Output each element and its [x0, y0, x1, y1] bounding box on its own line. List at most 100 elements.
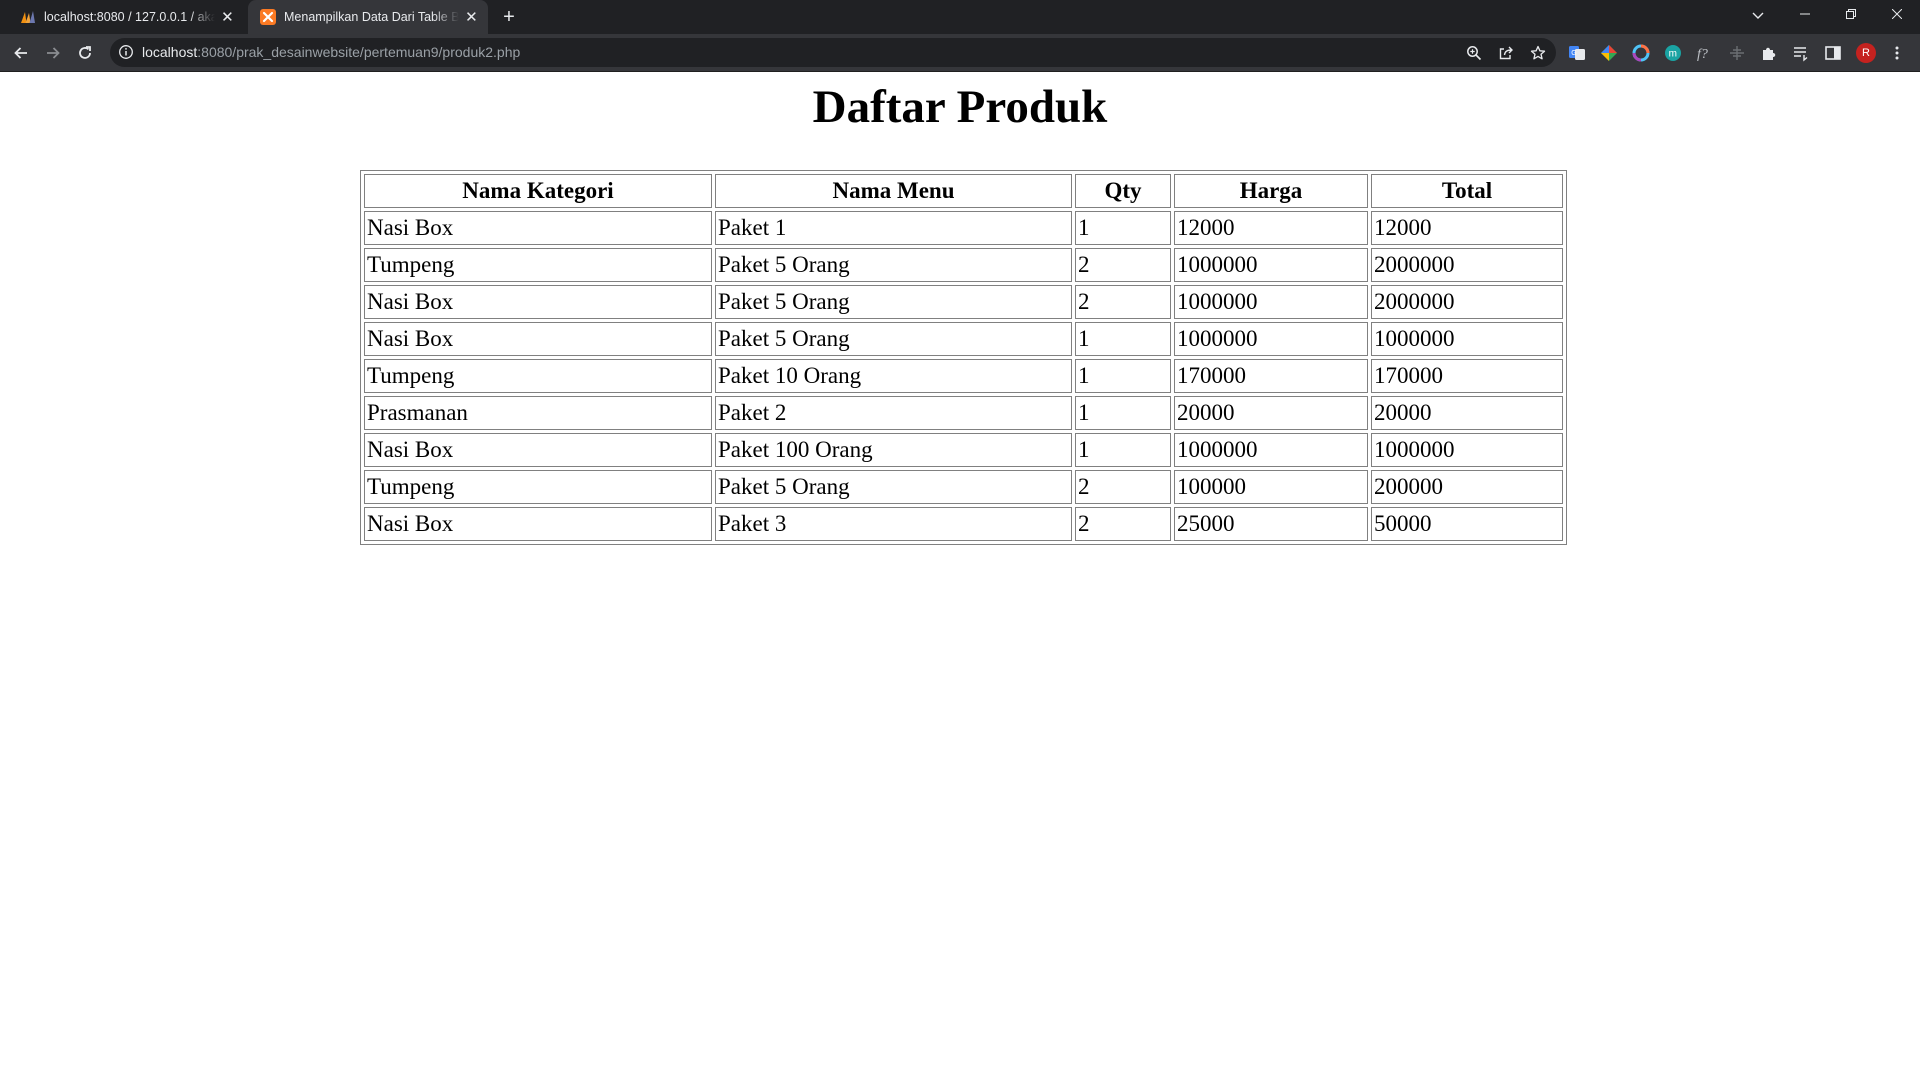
cell-total: 2000000: [1371, 285, 1563, 319]
url-host: localhost: [142, 44, 198, 60]
cell-qty: 2: [1075, 248, 1171, 282]
tab-active-page[interactable]: Menampilkan Data Dari Table Berelasi ✕: [248, 0, 488, 34]
tab-title: localhost:8080 / 127.0.0.1 / akademik: [44, 10, 215, 24]
reading-list-icon[interactable]: [1791, 43, 1811, 63]
window-controls: [1782, 0, 1920, 28]
color-picker-icon[interactable]: [1599, 43, 1619, 63]
new-tab-button[interactable]: +: [498, 6, 520, 28]
profile-avatar[interactable]: R: [1856, 43, 1876, 63]
phpmyadmin-icon: [20, 9, 36, 25]
cell-total: 12000: [1371, 211, 1563, 245]
table-row: Nasi Box Paket 1 1 12000 12000: [364, 211, 1563, 245]
cell-total: 50000: [1371, 507, 1563, 541]
cell-nama-menu: Paket 5 Orang: [715, 285, 1072, 319]
svg-text:f?: f?: [1697, 47, 1708, 62]
cell-total: 2000000: [1371, 248, 1563, 282]
product-table: Nama Kategori Nama Menu Qty Harga Total …: [360, 170, 1567, 545]
table-row: Tumpeng Paket 5 Orang 2 100000 200000: [364, 470, 1563, 504]
more-menu-icon[interactable]: [1887, 43, 1907, 63]
zoom-icon[interactable]: [1465, 44, 1483, 62]
restore-icon[interactable]: [1828, 0, 1874, 28]
svg-text:m: m: [1669, 49, 1677, 60]
site-info-icon[interactable]: [118, 44, 134, 60]
cell-nama-kategori: Nasi Box: [364, 433, 712, 467]
ring-extension-icon[interactable]: [1631, 43, 1651, 63]
font-finder-icon[interactable]: f?: [1695, 43, 1715, 63]
cell-total: 1000000: [1371, 322, 1563, 356]
browser-toolbar: localhost:8080/prak_desainwebsite/pertem…: [0, 34, 1920, 72]
google-translate-icon[interactable]: G: [1567, 43, 1587, 63]
cell-nama-menu: Paket 100 Orang: [715, 433, 1072, 467]
cell-total: 170000: [1371, 359, 1563, 393]
cell-nama-kategori: Tumpeng: [364, 248, 712, 282]
table-row: Nasi Box Paket 3 2 25000 50000: [364, 507, 1563, 541]
cell-nama-kategori: Nasi Box: [364, 285, 712, 319]
cell-harga: 170000: [1174, 359, 1368, 393]
ruler-extension-icon[interactable]: [1727, 43, 1747, 63]
close-window-icon[interactable]: [1874, 0, 1920, 28]
url-text: localhost:8080/prak_desainwebsite/pertem…: [142, 38, 520, 67]
forward-icon[interactable]: [40, 40, 66, 66]
tab-title: Menampilkan Data Dari Table Berelasi: [284, 10, 459, 24]
cell-qty: 2: [1075, 470, 1171, 504]
svg-text:G: G: [1571, 50, 1576, 57]
cell-nama-kategori: Nasi Box: [364, 211, 712, 245]
header-qty: Qty: [1075, 174, 1171, 208]
url-path: :8080/prak_desainwebsite/pertemuan9/prod…: [197, 44, 521, 60]
cell-qty: 1: [1075, 433, 1171, 467]
cell-total: 1000000: [1371, 433, 1563, 467]
tab-search-icon[interactable]: [1744, 6, 1772, 26]
table-header-row: Nama Kategori Nama Menu Qty Harga Total: [364, 174, 1563, 208]
cell-qty: 1: [1075, 211, 1171, 245]
cell-qty: 1: [1075, 359, 1171, 393]
cell-harga: 1000000: [1174, 433, 1368, 467]
cell-qty: 1: [1075, 396, 1171, 430]
cell-nama-menu: Paket 5 Orang: [715, 322, 1072, 356]
cell-harga: 100000: [1174, 470, 1368, 504]
table-row: Nasi Box Paket 100 Orang 1 1000000 1000000: [364, 433, 1563, 467]
cell-harga: 1000000: [1174, 285, 1368, 319]
reload-icon[interactable]: [72, 40, 98, 66]
cell-harga: 25000: [1174, 507, 1368, 541]
side-panel-icon[interactable]: [1823, 43, 1843, 63]
cell-nama-menu: Paket 1: [715, 211, 1072, 245]
back-icon[interactable]: [8, 40, 34, 66]
cell-nama-kategori: Tumpeng: [364, 470, 712, 504]
cell-nama-menu: Paket 3: [715, 507, 1072, 541]
cell-nama-kategori: Nasi Box: [364, 507, 712, 541]
table-row: Nasi Box Paket 5 Orang 2 1000000 2000000: [364, 285, 1563, 319]
xampp-icon: [260, 9, 276, 25]
table-body: Nasi Box Paket 1 1 12000 12000 Tumpeng Paket 5…: [364, 211, 1563, 541]
tab-phpmyadmin[interactable]: localhost:8080 / 127.0.0.1 / akademik ✕: [8, 0, 244, 34]
cell-nama-kategori: Nasi Box: [364, 322, 712, 356]
cell-nama-menu: Paket 5 Orang: [715, 248, 1072, 282]
cell-total: 200000: [1371, 470, 1563, 504]
cell-total: 20000: [1371, 396, 1563, 430]
minimize-icon[interactable]: [1782, 0, 1828, 28]
cell-harga: 1000000: [1174, 322, 1368, 356]
cell-qty: 2: [1075, 285, 1171, 319]
table-row: Tumpeng Paket 5 Orang 2 1000000 2000000: [364, 248, 1563, 282]
table-row: Tumpeng Paket 10 Orang 1 170000 170000: [364, 359, 1563, 393]
cell-harga: 12000: [1174, 211, 1368, 245]
close-icon[interactable]: ✕: [221, 9, 234, 25]
table-row: Nasi Box Paket 5 Orang 1 1000000 1000000: [364, 322, 1563, 356]
address-bar[interactable]: localhost:8080/prak_desainwebsite/pertem…: [110, 38, 1556, 67]
cell-harga: 20000: [1174, 396, 1368, 430]
cell-nama-menu: Paket 10 Orang: [715, 359, 1072, 393]
header-nama-kategori: Nama Kategori: [364, 174, 712, 208]
m-extension-icon[interactable]: m: [1663, 43, 1683, 63]
cell-nama-menu: Paket 5 Orang: [715, 470, 1072, 504]
cell-harga: 1000000: [1174, 248, 1368, 282]
cell-nama-menu: Paket 2: [715, 396, 1072, 430]
bookmark-star-icon[interactable]: [1529, 44, 1547, 62]
product-table-container: Nama Kategori Nama Menu Qty Harga Total …: [360, 170, 1567, 545]
cell-qty: 2: [1075, 507, 1171, 541]
share-icon[interactable]: [1497, 44, 1515, 62]
tab-strip: localhost:8080 / 127.0.0.1 / akademik ✕ …: [0, 0, 1920, 34]
table-row: Prasmanan Paket 2 1 20000 20000: [364, 396, 1563, 430]
extensions-puzzle-icon[interactable]: [1759, 43, 1779, 63]
header-total: Total: [1371, 174, 1563, 208]
close-icon[interactable]: ✕: [465, 9, 478, 25]
cell-nama-kategori: Tumpeng: [364, 359, 712, 393]
